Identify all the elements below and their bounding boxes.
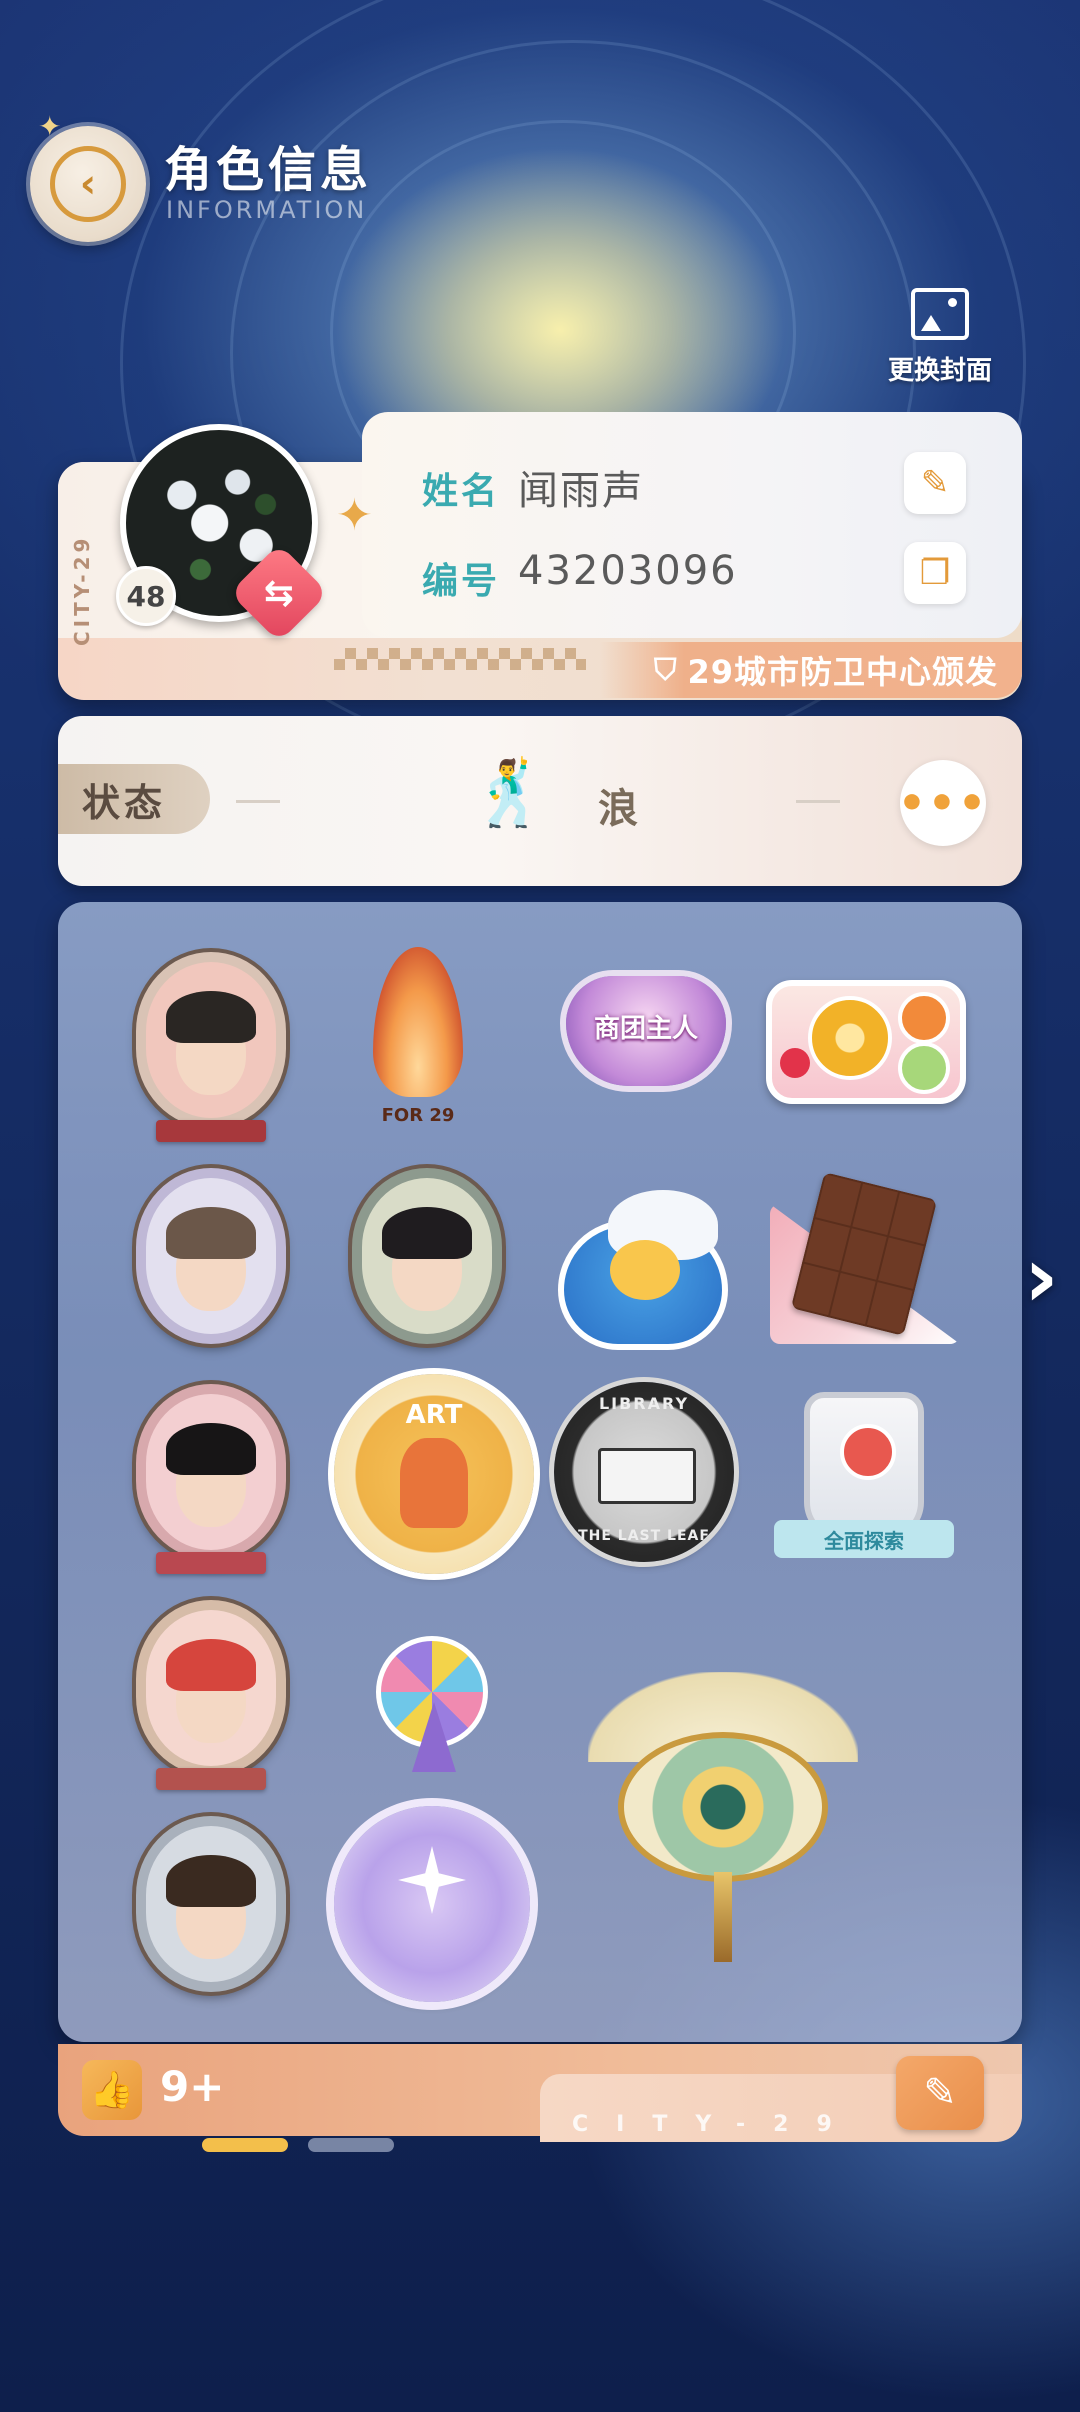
like-button[interactable]: 👍: [82, 2060, 142, 2120]
copy-id-button[interactable]: ❐: [904, 542, 966, 604]
next-page-chevron-icon[interactable]: ›: [1024, 1228, 1059, 1326]
thumbs-up-icon: 👍: [89, 2070, 135, 2111]
status-value[interactable]: 浪: [598, 776, 638, 834]
compass-badge[interactable]: [334, 1806, 530, 2002]
portrait-badge-glasses-woman[interactable]: [136, 1168, 286, 1344]
library-badge[interactable]: LIBRARY THE LAST LEAF: [554, 1382, 734, 1562]
issuer-banner: ⛉ 29城市防卫中心颁发: [600, 642, 1022, 698]
divider: [796, 800, 840, 803]
flame-badge-text: FOR 29: [381, 1105, 455, 1126]
edit-name-button[interactable]: ✎: [904, 452, 966, 514]
chevron-left-icon: ‹: [50, 146, 126, 222]
name-value: 闻雨声: [518, 468, 644, 514]
eye-emblem-badge[interactable]: [588, 1672, 858, 1972]
divider: [236, 800, 280, 803]
badge-panel: FOR 29 商团主人 ART LIBRARY THE LAST LEAF 全面…: [58, 902, 1022, 2042]
id-value: 43203096: [518, 548, 738, 594]
change-cover-label: 更换封面: [887, 356, 992, 386]
swap-icon: ⇆: [263, 572, 295, 614]
ferris-wheel-badge[interactable]: [342, 1602, 522, 1782]
portrait-badge-woman-suit[interactable]: [136, 1816, 286, 1992]
guild-owner-text: 商团主人: [593, 1014, 698, 1044]
star-decoration-icon: ✦: [336, 490, 373, 541]
edit-icon: ✎: [923, 2070, 957, 2116]
swap-avatar-button[interactable]: ⇆: [229, 543, 329, 643]
library-bottom-text: THE LAST LEAF: [578, 1528, 710, 1544]
chocolate-badge[interactable]: [770, 1172, 966, 1344]
change-cover-button[interactable]: 更换封面: [872, 288, 1008, 388]
library-top-text: LIBRARY: [598, 1394, 690, 1413]
pager-dot-active[interactable]: [202, 2138, 288, 2152]
status-more-button[interactable]: •••: [897, 760, 989, 846]
portrait-badge-girl-bows[interactable]: [136, 1384, 286, 1574]
portrait-badge-dark-haired-man[interactable]: [136, 952, 286, 1142]
issuer-text: 29城市防卫中心颁发: [687, 653, 998, 691]
copy-icon: ❐: [919, 553, 951, 593]
flame-badge[interactable]: FOR 29: [368, 947, 468, 1137]
fruit-badge[interactable]: [766, 980, 966, 1104]
edit-icon: ✎: [920, 463, 950, 503]
image-icon: [911, 288, 969, 340]
rain-cat-badge[interactable]: [548, 1160, 748, 1356]
edit-badges-button[interactable]: ✎: [896, 2056, 984, 2130]
checker-decoration: [334, 648, 586, 670]
like-count: 9+: [160, 2062, 225, 2111]
name-label: 姓名: [422, 471, 501, 512]
pager-dot[interactable]: [308, 2138, 394, 2152]
id-label: 编号: [422, 561, 501, 602]
art-badge-text: ART: [405, 1400, 463, 1430]
full-explore-badge[interactable]: 全面探索: [774, 1384, 954, 1576]
full-explore-text: 全面探索: [774, 1520, 954, 1558]
portrait-badge-dark-haired-man-2[interactable]: [352, 1168, 502, 1344]
back-button[interactable]: ‹: [30, 126, 146, 242]
shield-icon: ⛉: [653, 652, 678, 688]
card-side-text: CITY-29: [70, 534, 94, 646]
guild-owner-heart-badge[interactable]: 商团主人: [556, 970, 736, 1110]
status-label: 状态: [58, 764, 210, 834]
more-icon: •••: [897, 777, 989, 829]
art-badge[interactable]: ART: [334, 1374, 534, 1574]
level-badge: 48: [116, 566, 176, 626]
profile-card-info-panel: [362, 412, 1022, 638]
dancing-figure-icon: 🕺: [470, 757, 550, 831]
page-title: 角色信息: [164, 142, 373, 198]
page-subtitle: INFORMATION: [166, 196, 368, 224]
footer-city-text: CITY-29: [572, 2112, 860, 2137]
portrait-badge-red-hair[interactable]: [136, 1600, 286, 1790]
